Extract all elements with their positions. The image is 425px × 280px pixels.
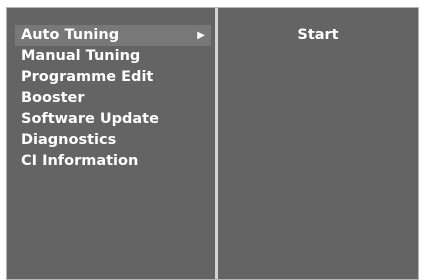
start-button[interactable]: Start xyxy=(218,25,418,46)
menu-item-label: Booster xyxy=(21,90,85,106)
menu-item-auto-tuning[interactable]: Auto Tuning ▶ xyxy=(15,25,211,46)
main-menu-list: Auto Tuning ▶ Manual Tuning Programme Ed… xyxy=(15,25,211,172)
menu-item-label: Auto Tuning xyxy=(21,27,120,43)
main-menu-panel: Auto Tuning ▶ Manual Tuning Programme Ed… xyxy=(7,8,215,279)
menu-item-label: Programme Edit xyxy=(21,69,154,85)
menu-item-booster[interactable]: Booster xyxy=(15,88,211,109)
menu-item-programme-edit[interactable]: Programme Edit xyxy=(15,67,211,88)
menu-item-label: Manual Tuning xyxy=(21,48,141,64)
setup-menu-window: Auto Tuning ▶ Manual Tuning Programme Ed… xyxy=(6,7,419,280)
menu-item-software-update[interactable]: Software Update xyxy=(15,109,211,130)
menu-item-diagnostics[interactable]: Diagnostics xyxy=(15,130,211,151)
submenu-arrow-icon: ▶ xyxy=(197,30,205,41)
menu-item-ci-information[interactable]: CI Information xyxy=(15,151,211,172)
submenu-panel: Start xyxy=(218,8,418,279)
menu-item-label: CI Information xyxy=(21,153,139,169)
menu-item-label: Diagnostics xyxy=(21,132,117,148)
menu-item-label: Software Update xyxy=(21,111,159,127)
menu-item-manual-tuning[interactable]: Manual Tuning xyxy=(15,46,211,67)
